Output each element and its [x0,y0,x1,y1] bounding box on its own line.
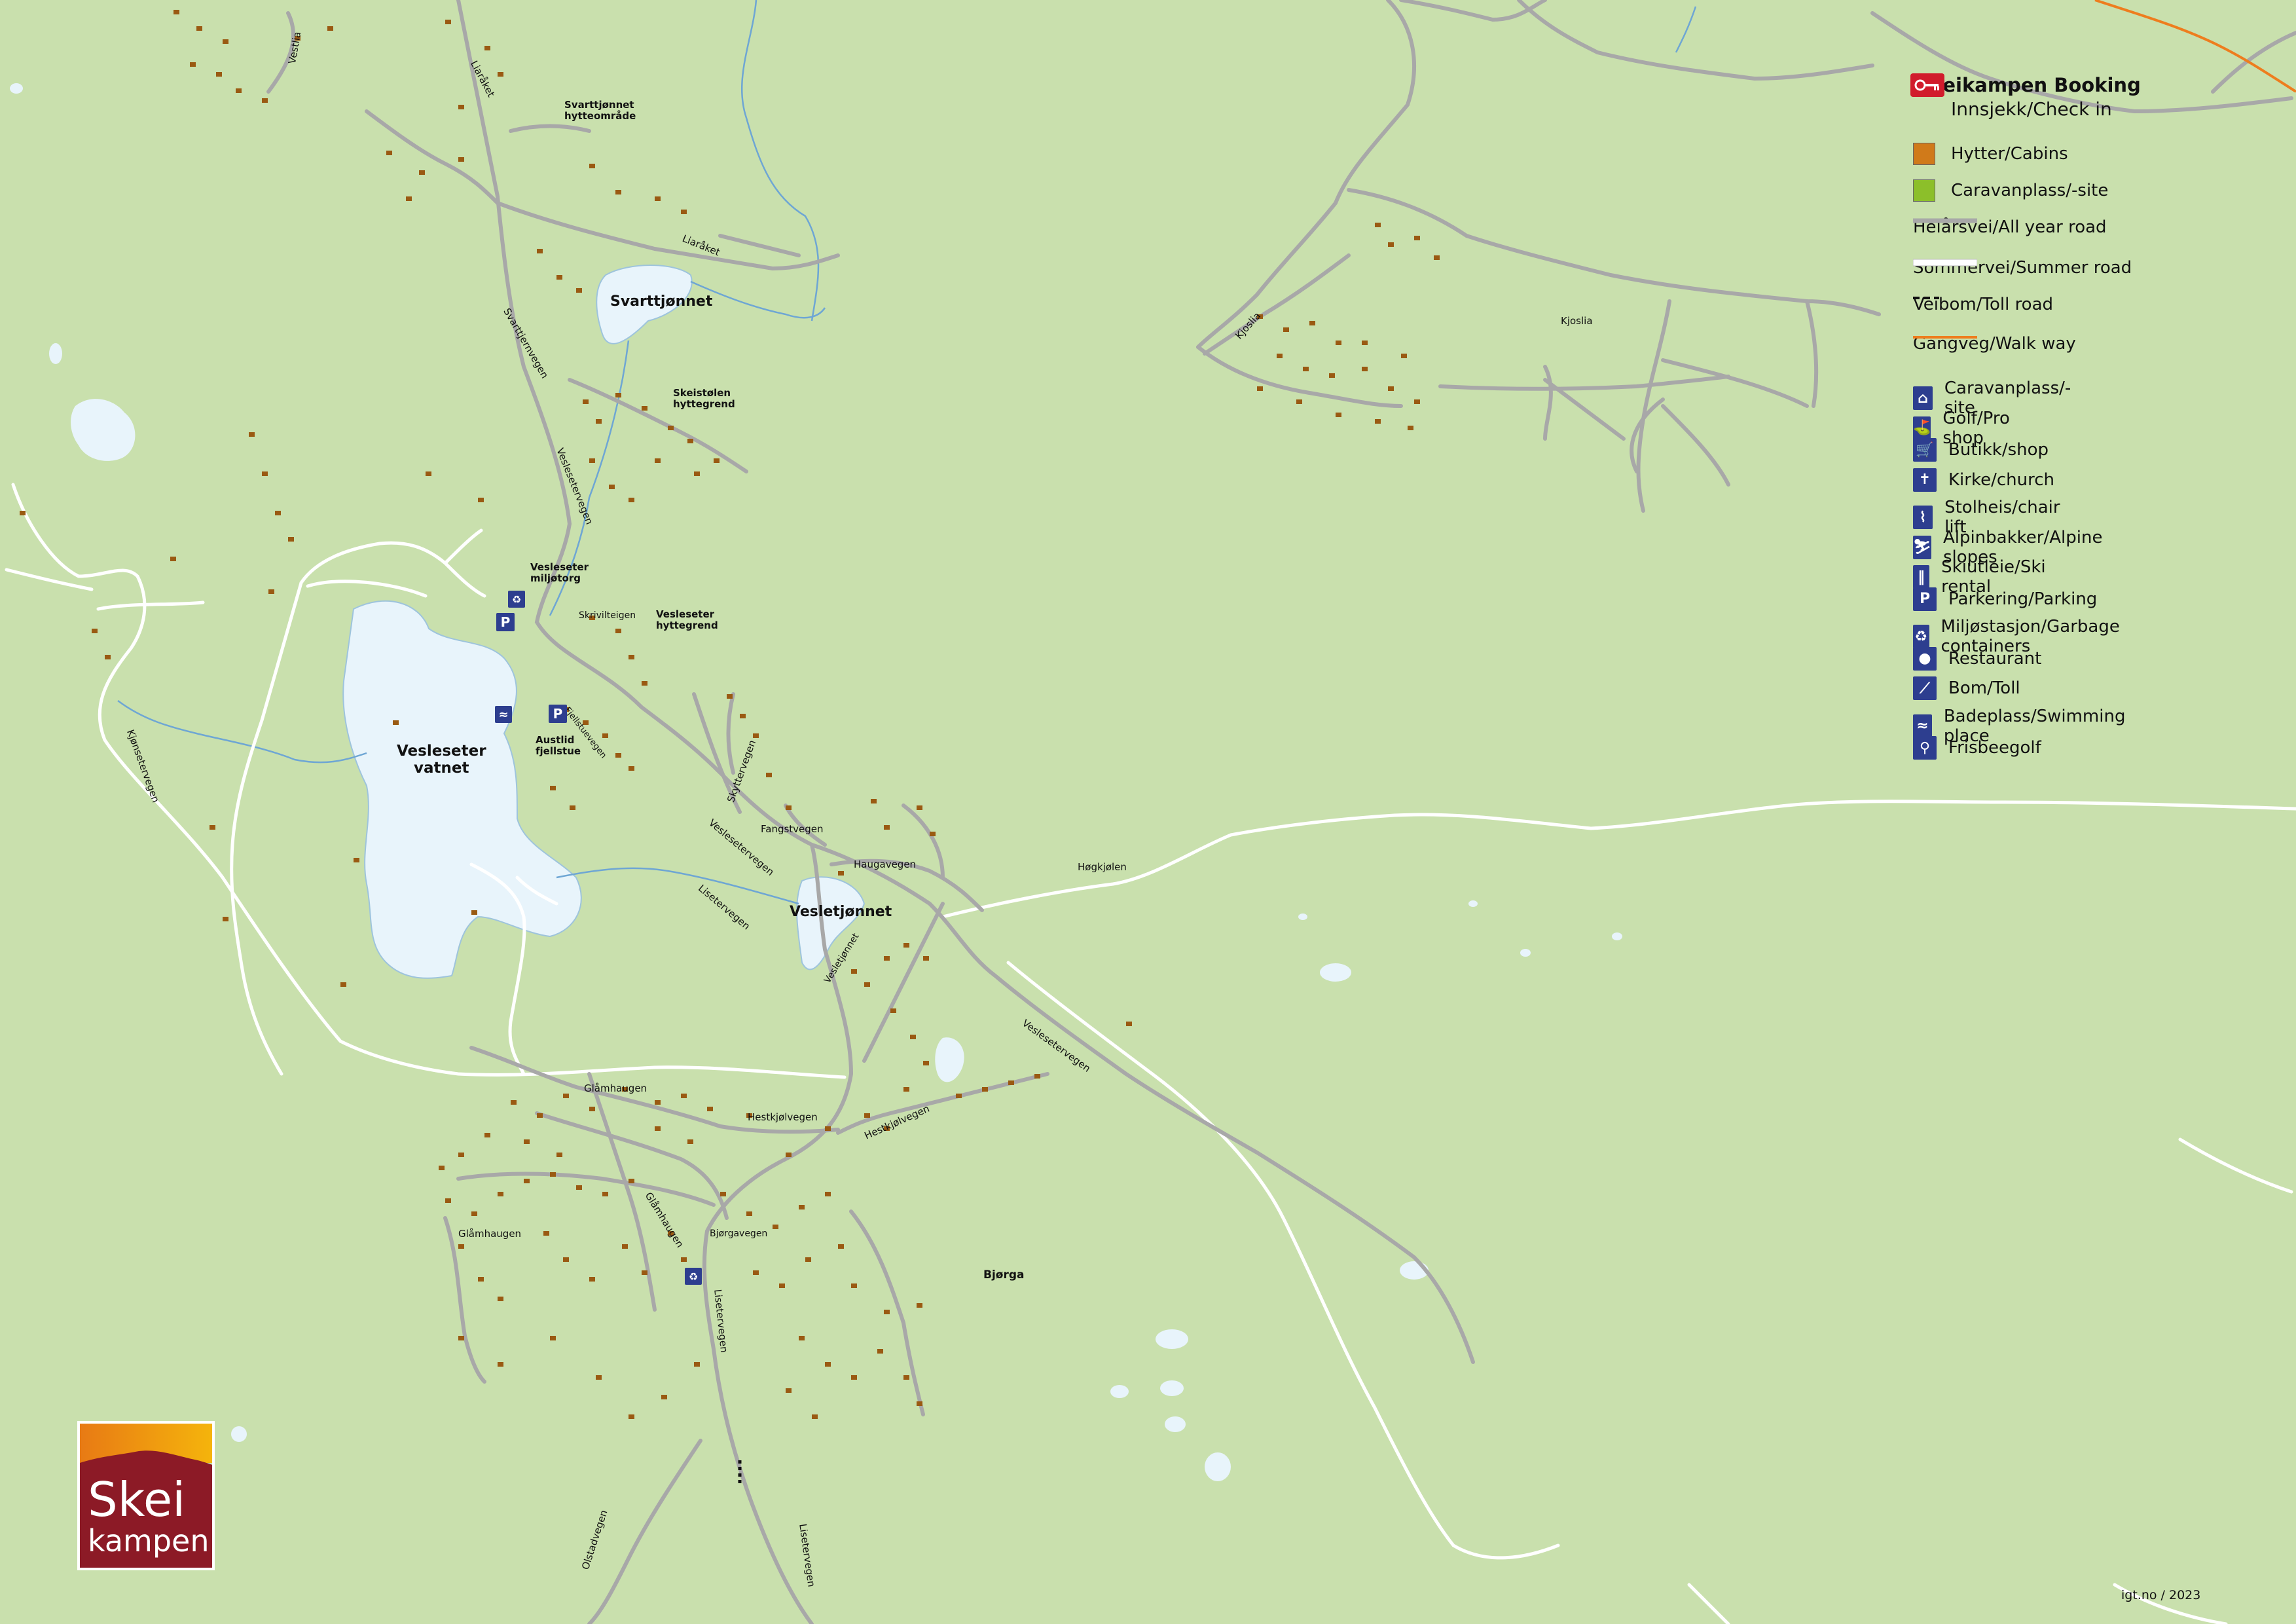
label-bjorgavegen: Bjørgavegen [710,1228,768,1239]
label-skeistolen: Skeistølen hyttegrend [673,387,735,411]
legend-label: Kirke/church [1948,470,2054,490]
legend-title: Skeikampen Booking [1917,74,2141,96]
label-hogkjolen: Høgkjølen [1078,861,1127,873]
streams [117,0,1697,905]
legend-item-all-year-road: Helårsvei/All year road [1913,217,2107,237]
golf-icon: ⛳ [1913,416,1931,440]
parking-icon[interactable]: P [549,705,567,723]
shop-cart-icon: 🛒 [1913,438,1937,462]
legend-item-church: ✝ Kirke/church [1913,468,2054,492]
legend-label: Butikk/shop [1948,440,2049,460]
legend-label: Restaurant [1948,648,2042,669]
legend-item-walk-way: Gangveg/Walk way [1913,334,2076,354]
lake-small-east [935,1037,964,1082]
recycling-icon: ♻ [1913,625,1929,648]
label-glamhaugen-1: Glåmhaugen [584,1082,647,1094]
lake-small-west [71,399,136,461]
church-icon: ✝ [1913,468,1937,492]
legend-item-cabins: Hytter/Cabins [1913,143,2068,165]
restaurant-icon: ● [1913,646,1937,671]
legend-item-toll-barrier: ⟋ Bom/Toll [1913,676,2020,700]
legend-item-frisbee-golf: ⚲ Frisbeegolf [1913,736,2041,760]
map-credit: igt.no / 2023 [2121,1588,2201,1602]
label-fangstvegen: Fangstvegen [761,823,824,835]
legend-item-shop-cart: 🛒 Butikk/shop [1913,438,2049,462]
label-haugavegen: Haugavegen [854,858,917,870]
legend-item-caravan: Caravanplass/-site [1913,179,2108,202]
ski-rental-icon: ‖ [1913,565,1930,589]
legend: Skeikampen Booking Innsjekk/Check in Hyt… [1910,73,2251,760]
legend-label: Caravanplass/-site [1951,181,2109,200]
chairlift-icon: ⌇ [1913,506,1933,529]
map-canvas[interactable]: Vestlia Liaråket Svarttjønnet hytteområd… [0,0,2296,1624]
label-glamhaugen-3: Glåmhaugen [458,1228,522,1240]
label-vesletjonnet: Vesletjønnet [790,904,892,920]
summer-road-symbol [1913,259,1977,267]
legend-label: Frisbeegolf [1948,738,2041,758]
frisbee-golf-icon: ⚲ [1913,736,1937,760]
swimming-icon: ≈ [1913,714,1932,738]
all-year-roads [266,0,2296,1624]
toll-barrier-icon: ⟋ [1913,676,1937,700]
label-svarttjonnet-area: Svarttjønnet hytteområde [564,99,636,122]
caravan-icon: ⌂ [1913,386,1933,410]
recycling-icon[interactable]: ♻ [685,1268,702,1285]
skeikampen-logo: Skei kampen [77,1421,215,1570]
label-vesleseter-vatnet: Vesleseter vatnet [397,743,486,777]
swimming-icon[interactable]: ≈ [495,706,512,723]
label-kjoslia: Kjoslia [1561,315,1593,327]
key-icon [1910,73,1944,97]
map-graphics [5,0,2296,1624]
label-bjorga: Bjørga [983,1268,1025,1282]
label-skrivilteigen: Skrivilteigen [579,610,636,621]
lake-vesletjonnet [796,876,866,970]
label-miljotorg: Vesleseter miljøtorg [530,561,589,585]
legend-label: Parkering/Parking [1948,589,2098,609]
toll-road-symbol [1913,297,1939,299]
all-year-road-symbol [1913,218,1977,223]
label-hestkjolvegen-1: Hestkjølvegen [748,1111,818,1123]
legend-item-toll-road: Veibom/Toll road [1913,295,2053,314]
legend-label: Hytter/Cabins [1951,144,2068,164]
label-vesleseter-hyttegrend: Vesleseter hyttegrend [656,608,718,632]
legend-item-restaurant: ● Restaurant [1913,646,2042,671]
legend-label: Bom/Toll [1948,678,2020,698]
legend-item-summer-road: Sommervei/Summer road [1913,258,2132,278]
lake-vesleseter-vatnet [342,600,582,979]
parking-icon: P [1913,587,1937,611]
parking-icon[interactable]: P [496,613,515,631]
legend-item-parking: P Parkering/Parking [1913,587,2097,611]
label-svarttjonnet: Svarttjønnet [610,293,713,310]
legend-subtitle: Innsjekk/Check in [1951,98,2112,120]
logo-word-1: Skei [88,1472,186,1527]
caravan-swatch [1913,179,1935,202]
label-austlid: Austlid fjellstue [536,734,581,758]
alpine-skier-icon: ⛷ [1913,535,1931,559]
logo-word-2: kampen [88,1523,210,1559]
walk-way-symbol [1913,336,1977,339]
cabins-swatch [1913,143,1935,165]
recycling-icon[interactable]: ♻ [508,591,525,608]
